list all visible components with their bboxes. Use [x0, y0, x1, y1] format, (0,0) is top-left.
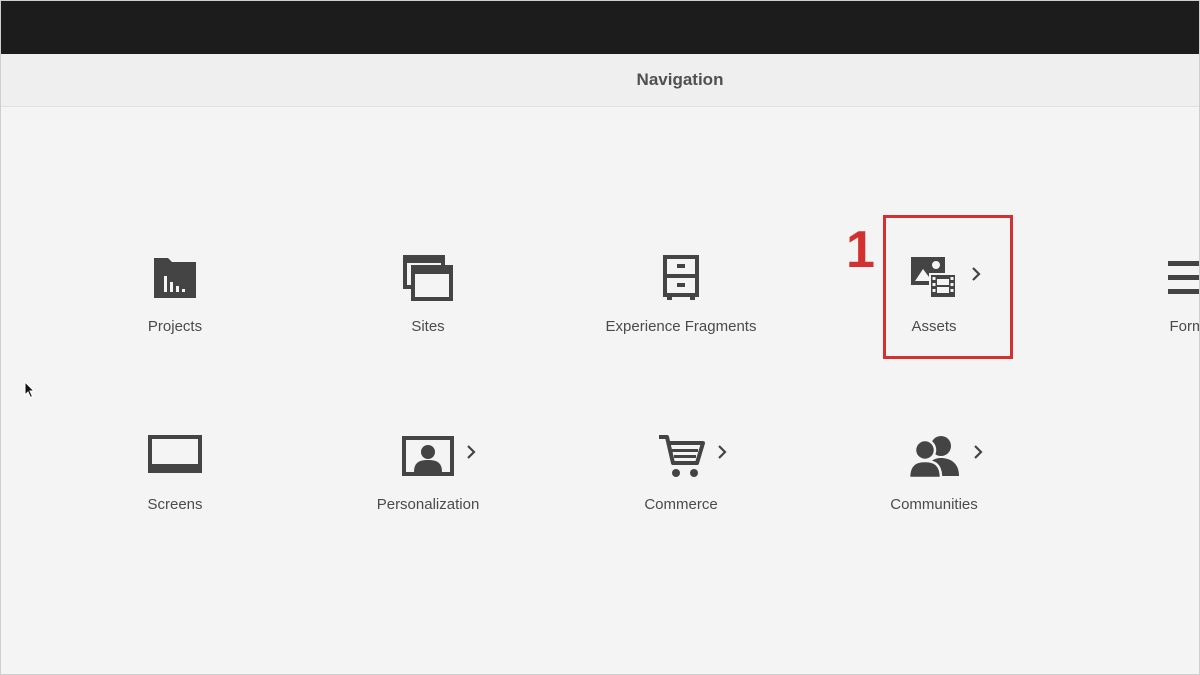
- screens-icon: [148, 430, 202, 482]
- communities-icon: [907, 430, 983, 482]
- cabinet-icon: [663, 252, 699, 304]
- nav-tile-sites[interactable]: Sites: [328, 252, 528, 362]
- tile-label: Screens: [147, 496, 203, 513]
- page-title: Navigation: [636, 70, 724, 89]
- nav-tile-communities[interactable]: Communities: [834, 430, 1034, 540]
- nav-tile-forms[interactable]: Form: [1087, 252, 1200, 362]
- forms-icon: [1164, 252, 1200, 304]
- shopping-cart-icon: [657, 430, 727, 482]
- personalization-icon: [402, 430, 476, 482]
- top-bar: [0, 0, 1200, 54]
- mouse-cursor-icon: [24, 381, 36, 399]
- step-number-annotation: 1: [846, 221, 875, 279]
- assets-highlight-box: [883, 215, 1013, 359]
- tile-label: Form: [1169, 318, 1200, 335]
- tile-label: Experience Fragments: [605, 318, 757, 335]
- tile-label: Communities: [890, 496, 978, 513]
- nav-tile-screens[interactable]: Screens: [75, 430, 275, 540]
- sites-icon: [403, 252, 453, 304]
- projects-icon: [152, 252, 198, 304]
- nav-tile-commerce[interactable]: Commerce: [581, 430, 781, 540]
- tile-label: Personalization: [376, 496, 480, 513]
- tile-label: Projects: [147, 318, 203, 335]
- nav-tile-personalization[interactable]: Personalization: [328, 430, 528, 540]
- navigation-header: Navigation: [0, 54, 1200, 107]
- tile-label: Commerce: [644, 496, 718, 513]
- nav-tile-experience-fragments[interactable]: Experience Fragments: [581, 252, 781, 362]
- chevron-right-icon: [974, 445, 983, 459]
- chevron-right-icon: [467, 445, 476, 459]
- tile-label: Sites: [411, 318, 445, 335]
- chevron-right-icon: [718, 445, 727, 459]
- nav-tile-projects[interactable]: Projects: [75, 252, 275, 362]
